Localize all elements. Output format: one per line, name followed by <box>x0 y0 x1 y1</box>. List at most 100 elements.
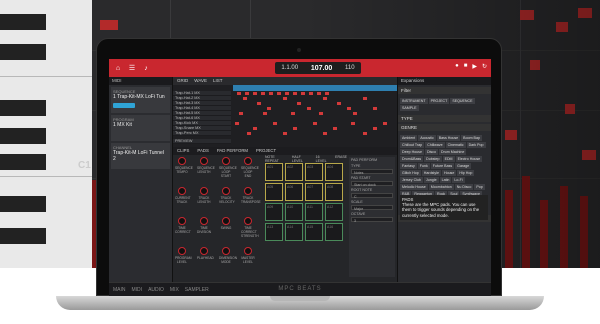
knob-dial[interactable] <box>244 157 252 165</box>
sequencer-note[interactable] <box>297 102 301 105</box>
genre-chip[interactable]: Nu Disco <box>454 184 474 190</box>
sequencer-note[interactable] <box>353 112 357 115</box>
knob[interactable]: PROGRAM LEVEL <box>175 247 191 264</box>
sequencer-note[interactable] <box>253 127 257 130</box>
knob[interactable]: TRACK TRANSPOSE <box>241 187 261 204</box>
genre-chip[interactable]: Hardstyle <box>421 170 441 176</box>
sequencer-note[interactable] <box>301 92 305 95</box>
sequencer-note[interactable] <box>247 132 251 135</box>
sequencer-note[interactable] <box>243 97 247 100</box>
pad[interactable]: A12 <box>325 203 343 221</box>
genre-chip[interactable]: Hip Hop <box>457 170 475 176</box>
sequencer-note[interactable] <box>317 92 321 95</box>
sequencer-note[interactable] <box>325 92 329 95</box>
genre-chip[interactable]: EDM <box>442 156 455 162</box>
sequencer-note[interactable] <box>267 107 271 110</box>
pad[interactable]: A07 <box>305 183 323 201</box>
sequencer-note[interactable] <box>309 92 313 95</box>
pad[interactable]: A09 <box>265 203 283 221</box>
knob-dial[interactable] <box>178 187 186 195</box>
stop-icon[interactable]: ■ <box>464 63 468 70</box>
genre-chip[interactable]: Funk <box>417 163 430 169</box>
genre-chip[interactable]: Chillout Trap <box>400 142 425 148</box>
knob-dial[interactable] <box>200 247 208 255</box>
column-project[interactable]: PROJECT <box>428 98 450 104</box>
pad[interactable]: A13 <box>265 223 283 241</box>
genre-chip[interactable]: Deep House <box>400 149 424 155</box>
genre-chip[interactable]: Lo-Fi <box>452 177 465 183</box>
knob[interactable]: TRACK LENGTH <box>197 187 211 204</box>
knob-dial[interactable] <box>222 247 230 255</box>
genre-chip[interactable]: Moombahton <box>428 184 454 190</box>
genre-chip[interactable]: Disco <box>424 149 438 155</box>
knob-dial[interactable] <box>222 157 230 165</box>
sequencer-note[interactable] <box>283 132 287 135</box>
track-toggle[interactable] <box>113 103 135 108</box>
knob[interactable]: TIME DIVISION <box>197 217 211 234</box>
pad[interactable]: A06 <box>285 183 303 201</box>
pad[interactable]: A15 <box>305 223 323 241</box>
sequencer-note[interactable] <box>253 92 257 95</box>
column-instrument[interactable]: INSTRUMENT <box>400 98 428 104</box>
knob-dial[interactable] <box>200 157 208 165</box>
knob-dial[interactable] <box>200 217 208 225</box>
genre-chip[interactable]: Jungle <box>423 177 439 183</box>
pad-header-item[interactable]: 16 LEVEL <box>316 155 329 163</box>
sequencer-note[interactable] <box>313 122 317 125</box>
sequencer-note[interactable] <box>291 112 295 115</box>
knob-dial[interactable] <box>178 217 186 225</box>
pad-header-item[interactable]: NOTE REPEAT <box>265 155 286 163</box>
genre-chip[interactable]: Melodic House <box>400 184 428 190</box>
pad-start-select[interactable]: Start on clock <box>351 181 393 187</box>
sequencer-note[interactable] <box>373 107 377 110</box>
genre-chip[interactable]: Drum Machine <box>438 149 467 155</box>
knob-dial[interactable] <box>222 217 230 225</box>
sequencer-note[interactable] <box>333 127 337 130</box>
track-card[interactable]: SEQUENCE 1 Trap-Kit-MX LoFi Tun <box>111 87 170 113</box>
tab-list[interactable]: LIST <box>213 78 223 84</box>
sequencer-note[interactable] <box>277 92 281 95</box>
knob[interactable]: SEQUENCE LOOP END <box>241 157 259 178</box>
pad[interactable]: A11 <box>305 203 323 221</box>
tab-grid[interactable]: GRID <box>177 78 188 84</box>
pad-header-item[interactable]: HALF LEVEL <box>292 155 310 163</box>
root-note-select[interactable]: C <box>351 193 393 199</box>
pad[interactable]: A05 <box>265 183 283 201</box>
knob[interactable]: MASTER LEVEL <box>241 247 255 264</box>
genre-chip[interactable]: Dark Pop <box>466 142 486 148</box>
track-card[interactable]: CHANNEL Trap-Kit-M LoFi Tunnel 2 <box>111 143 170 169</box>
pad[interactable]: A10 <box>285 203 303 221</box>
sequencer-note[interactable] <box>285 92 289 95</box>
knob[interactable]: DIMENSION MODE <box>219 247 237 264</box>
sequencer-note[interactable] <box>237 92 241 95</box>
pad[interactable]: A03 <box>305 163 323 181</box>
loop-icon[interactable]: ↻ <box>482 63 487 70</box>
tab-wave[interactable]: WAVE <box>194 78 207 84</box>
midi-icon[interactable]: ♪ <box>141 65 151 72</box>
knob[interactable]: TIME CORRECT <box>175 217 191 234</box>
sequencer-note[interactable] <box>363 97 367 100</box>
sequencer-note[interactable] <box>269 92 273 95</box>
scale-select[interactable]: Major <box>351 205 393 211</box>
sequencer-note[interactable] <box>363 132 367 135</box>
knob[interactable]: SEQUENCE TEMPO <box>175 157 193 174</box>
knob[interactable]: SEQUENCE LOOP START <box>219 157 237 178</box>
genre-chip[interactable]: Fantasy <box>400 163 417 169</box>
column-sample[interactable]: SAMPLE <box>400 105 419 111</box>
genre-chip[interactable]: Dubstep <box>424 156 442 162</box>
menu-icon[interactable]: ☰ <box>127 64 137 72</box>
genre-chip[interactable]: House <box>441 170 457 176</box>
tab-project[interactable]: PROJECT <box>256 148 276 154</box>
knob-dial[interactable] <box>244 187 252 195</box>
pad-header-item[interactable]: ERASE <box>335 155 347 163</box>
sequencer-note[interactable] <box>337 102 341 105</box>
column-sequence[interactable]: SEQUENCE <box>450 98 475 104</box>
pad[interactable]: A14 <box>285 223 303 241</box>
knob-dial[interactable] <box>200 187 208 195</box>
pad[interactable]: A04 <box>325 163 343 181</box>
sequencer-note[interactable] <box>293 92 297 95</box>
knob[interactable]: PLAYHEAD <box>197 247 214 260</box>
sequencer-note[interactable] <box>319 112 323 115</box>
octave-select[interactable]: 3 <box>351 217 393 223</box>
genre-chip[interactable]: Glitch Hop <box>400 170 421 176</box>
